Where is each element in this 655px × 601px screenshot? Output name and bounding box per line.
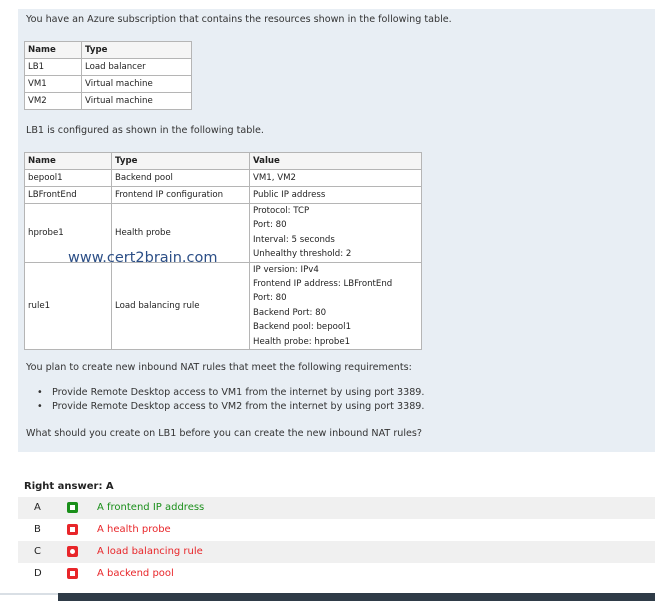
table-cell: Load balancer <box>81 58 192 76</box>
table-cell: VM1, VM2 <box>249 169 422 187</box>
selected-radio-icon <box>67 546 78 557</box>
table-header-row: Name Type <box>24 41 192 59</box>
answer-title: Right answer: A <box>24 481 114 492</box>
column-header: Name <box>24 152 112 170</box>
value-line: Protocol: TCP <box>253 206 310 216</box>
bullet-icon: • <box>37 387 43 398</box>
list-item: • Provide Remote Desktop access to VM1 fr… <box>37 387 425 398</box>
table-row: bepool1 Backend pool VM1, VM2 <box>24 169 422 187</box>
table-header-row: Name Type Value <box>24 152 422 170</box>
value-line: Port: 80 <box>253 293 287 304</box>
value-line: Backend pool: bepool1 <box>253 322 352 333</box>
table-row: LBFrontEnd Frontend IP configuration Pub… <box>24 186 422 204</box>
table-cell: LBFrontEnd <box>24 186 112 204</box>
value-line: Port: 80 <box>253 220 287 231</box>
answer-option-a[interactable]: A A frontend IP address <box>18 497 655 519</box>
column-header: Type <box>81 41 192 59</box>
question-intro: You have an Azure subscription that cont… <box>26 14 452 25</box>
table-cell: VM2 <box>24 92 82 110</box>
option-letter: B <box>34 524 41 535</box>
table-row: LB1 Load balancer <box>24 58 192 76</box>
option-label: A backend pool <box>97 568 174 579</box>
table-cell: Public IP address <box>249 186 422 204</box>
option-label: A frontend IP address <box>97 502 205 513</box>
value-line: Backend Port: 80 <box>253 307 327 318</box>
lb-config-intro: LB1 is configured as shown in the follow… <box>26 125 264 136</box>
table-cell: Virtual machine <box>81 92 192 110</box>
option-label: A health probe <box>97 524 171 535</box>
column-header: Value <box>249 152 422 170</box>
table-cell: LB1 <box>24 58 82 76</box>
option-letter: A <box>34 502 41 513</box>
table-cell: VM1 <box>24 75 82 93</box>
incorrect-checkbox-icon <box>67 524 78 535</box>
option-label: A load balancing rule <box>97 546 203 557</box>
plan-text: You plan to create new inbound NAT rules… <box>26 362 412 373</box>
option-letter: C <box>34 546 41 557</box>
answer-option-c[interactable]: C A load balancing rule <box>18 541 655 563</box>
resources-table: Name Type LB1 Load balancer VM1 Virtual … <box>24 41 192 110</box>
table-cell: Backend pool <box>111 169 250 187</box>
incorrect-checkbox-icon <box>67 568 78 579</box>
value-line: Interval: 5 seconds <box>253 234 335 245</box>
bottom-bar <box>58 593 655 601</box>
table-row: rule1 Load balancing rule IP version: IP… <box>24 261 422 351</box>
table-cell-multiline: IP version: IPv4 Frontend IP address: LB… <box>249 261 422 351</box>
value-line: Unhealthy threshold: 2 <box>253 249 352 260</box>
table-cell: Virtual machine <box>81 75 192 93</box>
table-cell: Load balancing rule <box>111 261 250 351</box>
list-item: • Provide Remote Desktop access to VM2 fr… <box>37 401 425 412</box>
table-cell: bepool1 <box>24 169 112 187</box>
correct-checkbox-icon <box>67 502 78 513</box>
requirements-list: • Provide Remote Desktop access to VM1 fr… <box>28 386 424 414</box>
option-letter: D <box>34 568 42 579</box>
answer-option-b[interactable]: B A health probe <box>18 519 655 541</box>
answer-option-d[interactable]: D A backend pool <box>18 563 655 585</box>
column-header: Type <box>111 152 250 170</box>
value-line: IP version: IPv4 <box>253 264 319 275</box>
table-row: VM1 Virtual machine <box>24 75 192 93</box>
table-row: VM2 Virtual machine <box>24 92 192 110</box>
question-prompt: What should you create on LB1 before you… <box>26 428 423 439</box>
value-line: Health probe: hprobe1 <box>253 336 351 347</box>
column-header: Name <box>24 41 82 59</box>
table-cell-multiline: Protocol: TCP Port: 80 Interval: 5 secon… <box>249 203 422 263</box>
watermark: www.cert2brain.com <box>68 250 218 266</box>
value-line: Frontend IP address: LBFrontEnd <box>253 279 393 290</box>
divider <box>0 593 58 595</box>
table-cell: rule1 <box>24 261 112 351</box>
bullet-icon: • <box>37 401 43 412</box>
table-cell: Frontend IP configuration <box>111 186 250 204</box>
